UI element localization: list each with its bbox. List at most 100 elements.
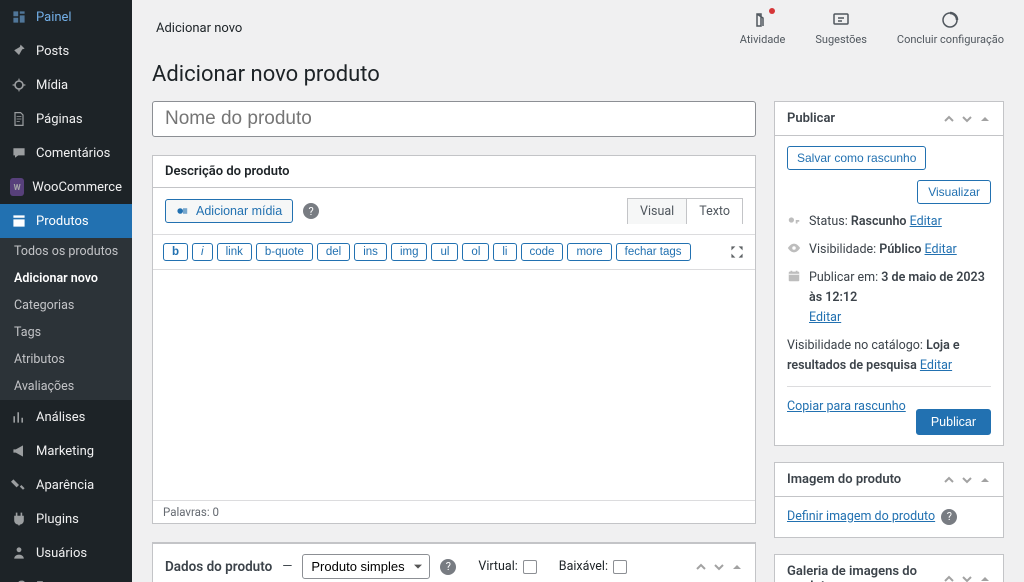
downloadable-option: Baixável: bbox=[559, 559, 627, 574]
product-image-box: Imagem do produto Definir imagem do prod… bbox=[774, 462, 1004, 538]
quicktags-toolbar: b i link b-quote del ins img ul ol li co… bbox=[153, 235, 755, 270]
qtag-b[interactable]: b bbox=[163, 243, 188, 261]
sidebar-item-marketing[interactable]: Marketing bbox=[0, 434, 132, 468]
chevron-up-icon[interactable] bbox=[695, 561, 707, 573]
product-gallery-box: Galeria de imagens do produto Adicionar … bbox=[774, 554, 1004, 582]
tab-visual[interactable]: Visual bbox=[627, 198, 687, 224]
sidebar-sub-categories[interactable]: Categorias bbox=[0, 292, 132, 319]
sidebar-label: Painel bbox=[36, 10, 72, 25]
sidebar-label: Usuários bbox=[36, 546, 87, 561]
preview-button[interactable]: Visualizar bbox=[917, 180, 991, 204]
chevron-down-icon[interactable] bbox=[961, 474, 973, 486]
sidebar-label: Plugins bbox=[36, 512, 79, 527]
topbar-label: Atividade bbox=[740, 33, 786, 46]
help-icon[interactable]: ? bbox=[941, 509, 957, 525]
page-title: Adicionar novo produto bbox=[152, 62, 1004, 87]
topbar-suggestions[interactable]: Sugestões bbox=[815, 10, 867, 46]
qtag-i[interactable]: i bbox=[192, 243, 213, 261]
sidebar-item-tools[interactable]: Ferramentas bbox=[0, 570, 132, 582]
qtag-more[interactable]: more bbox=[567, 243, 611, 261]
chevron-up-icon[interactable] bbox=[943, 113, 955, 125]
chevron-down-icon[interactable] bbox=[961, 573, 973, 582]
topbar-icons: Atividade Sugestões Concluir configuraçã… bbox=[740, 10, 1004, 46]
sidebar-sub-add-new[interactable]: Adicionar novo bbox=[0, 265, 132, 292]
sidebar-submenu-products: Todos os produtos Adicionar novo Categor… bbox=[0, 238, 132, 400]
set-product-image-link[interactable]: Definir imagem do produto bbox=[787, 509, 935, 524]
caret-up-icon[interactable] bbox=[731, 561, 743, 573]
sidebar-item-dashboard[interactable]: Painel bbox=[0, 0, 132, 34]
sidebar-item-media[interactable]: Mídia bbox=[0, 68, 132, 102]
gallery-box-header: Galeria de imagens do produto bbox=[775, 555, 1003, 582]
sidebar-label: Mídia bbox=[36, 78, 68, 93]
tab-text[interactable]: Texto bbox=[686, 198, 743, 224]
qtag-ul[interactable]: ul bbox=[431, 243, 458, 261]
downloadable-checkbox[interactable] bbox=[613, 560, 627, 574]
sidebar-item-products[interactable]: Produtos bbox=[0, 204, 132, 238]
editor-tabs: Visual Texto bbox=[628, 198, 743, 224]
publish-box: Publicar Salvar como rascunho Visualizar bbox=[774, 101, 1004, 446]
sidebar-item-posts[interactable]: Posts bbox=[0, 34, 132, 68]
catalog-visibility-row: Visibilidade no catálogo: Loja e resulta… bbox=[787, 336, 991, 376]
qtag-ol[interactable]: ol bbox=[462, 243, 489, 261]
edit-date-link[interactable]: Editar bbox=[809, 310, 841, 325]
virtual-checkbox[interactable] bbox=[523, 560, 537, 574]
image-box-body: Definir imagem do produto ? bbox=[775, 497, 1003, 537]
qtag-li[interactable]: li bbox=[493, 243, 516, 261]
caret-up-icon[interactable] bbox=[979, 474, 991, 486]
sidebar-item-woocommerce[interactable]: WWooCommerce bbox=[0, 170, 132, 204]
sidebar-item-users[interactable]: Usuários bbox=[0, 536, 132, 570]
image-box-header: Imagem do produto bbox=[775, 463, 1003, 497]
sidebar-item-pages[interactable]: Páginas bbox=[0, 102, 132, 136]
admin-sidebar: Painel Posts Mídia Páginas Comentários W… bbox=[0, 0, 132, 582]
edit-visibility-link[interactable]: Editar bbox=[925, 242, 957, 257]
qtag-ins[interactable]: ins bbox=[354, 243, 387, 261]
copy-to-draft-link[interactable]: Copiar para rascunho bbox=[787, 399, 906, 414]
topbar-finish-setup[interactable]: Concluir configuração bbox=[897, 10, 1004, 46]
panel-controls bbox=[695, 561, 743, 573]
appearance-icon bbox=[10, 476, 28, 494]
chevron-down-icon[interactable] bbox=[713, 561, 725, 573]
save-draft-button[interactable]: Salvar como rascunho bbox=[787, 146, 926, 170]
sidebar-item-comments[interactable]: Comentários bbox=[0, 136, 132, 170]
sidebar-sub-all-products[interactable]: Todos os produtos bbox=[0, 238, 132, 265]
fullscreen-icon[interactable] bbox=[729, 244, 745, 260]
caret-up-icon[interactable] bbox=[979, 573, 991, 582]
topbar-activity[interactable]: Atividade bbox=[740, 10, 786, 46]
sidebar-sub-tags[interactable]: Tags bbox=[0, 319, 132, 346]
qtag-code[interactable]: code bbox=[521, 243, 564, 261]
caret-up-icon[interactable] bbox=[979, 113, 991, 125]
product-title-input[interactable] bbox=[152, 101, 756, 137]
sidebar-label: Marketing bbox=[36, 444, 94, 459]
editor-textarea[interactable] bbox=[153, 270, 755, 500]
notification-dot bbox=[769, 8, 775, 14]
help-icon[interactable]: ? bbox=[303, 203, 319, 219]
edit-catalog-link[interactable]: Editar bbox=[920, 358, 952, 373]
help-icon[interactable]: ? bbox=[440, 559, 456, 575]
marketing-icon bbox=[10, 442, 28, 460]
status-row: Status: Rascunho Editar bbox=[787, 212, 991, 232]
product-type-select[interactable]: Produto simples bbox=[302, 554, 430, 579]
sidebar-item-appearance[interactable]: Aparência bbox=[0, 468, 132, 502]
add-media-button[interactable]: Adicionar mídia bbox=[165, 199, 293, 223]
media-icon bbox=[10, 76, 28, 94]
sidebar-item-plugins[interactable]: Plugins bbox=[0, 502, 132, 536]
chevron-up-icon[interactable] bbox=[943, 573, 955, 582]
comment-icon bbox=[10, 144, 28, 162]
topbar: Adicionar novo Atividade Sugestões Concl… bbox=[152, 0, 1004, 50]
sidebar-sub-reviews[interactable]: Avaliações bbox=[0, 373, 132, 400]
edit-status-link[interactable]: Editar bbox=[910, 214, 942, 229]
publish-button[interactable]: Publicar bbox=[916, 409, 991, 435]
chevron-up-icon[interactable] bbox=[943, 474, 955, 486]
sidebar-item-analytics[interactable]: Análises bbox=[0, 400, 132, 434]
plugins-icon bbox=[10, 510, 28, 528]
users-icon bbox=[10, 544, 28, 562]
qtag-close[interactable]: fechar tags bbox=[616, 243, 691, 261]
qtag-del[interactable]: del bbox=[317, 243, 350, 261]
sidebar-sub-attributes[interactable]: Atributos bbox=[0, 346, 132, 373]
qtag-link[interactable]: link bbox=[217, 243, 252, 261]
topbar-label: Sugestões bbox=[815, 33, 867, 46]
chevron-down-icon[interactable] bbox=[961, 113, 973, 125]
key-icon bbox=[787, 213, 802, 228]
qtag-bquote[interactable]: b-quote bbox=[256, 243, 313, 261]
qtag-img[interactable]: img bbox=[391, 243, 428, 261]
